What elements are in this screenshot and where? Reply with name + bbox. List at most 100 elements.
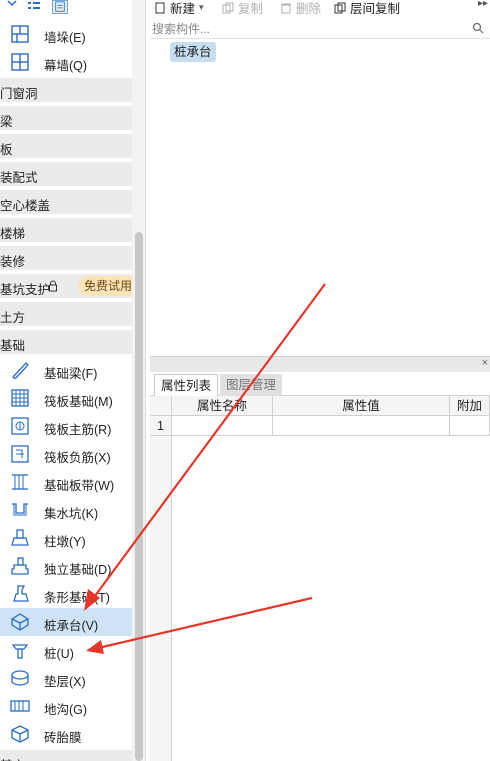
column-pier-icon — [11, 529, 29, 546]
tab-property-list[interactable]: 属性列表 — [154, 374, 219, 396]
chevron-down-icon[interactable]: ▾ — [199, 2, 204, 13]
copy-button[interactable]: 复制 — [222, 0, 263, 17]
panel-splitter[interactable]: × — [150, 356, 490, 372]
category-door-window[interactable]: 门窗洞 — [0, 78, 132, 102]
tree-item-label: 垫层(X) — [44, 675, 86, 689]
lock-icon — [49, 280, 57, 292]
trash-icon — [281, 3, 291, 13]
list-view-icon[interactable] — [26, 0, 42, 14]
component-item[interactable]: 桩承台 — [170, 42, 216, 62]
category-label: 土方 — [0, 311, 26, 325]
category-earthwork[interactable]: 土方 — [0, 302, 132, 326]
category-label: 其它 — [0, 755, 25, 761]
tree-item-foundation-beam[interactable]: 基础梁(F) — [0, 356, 132, 384]
tree-item-pile[interactable]: 桩(U) — [0, 636, 132, 664]
category-label: 基础 — [0, 339, 26, 353]
tree-item-cushion-layer[interactable]: 垫层(X) — [0, 664, 132, 692]
tree-item-brick-form[interactable]: 砖胎膜 — [0, 720, 132, 748]
tab-layer-management[interactable]: 图层管理 — [220, 374, 283, 396]
property-extra-cell[interactable] — [450, 416, 490, 436]
category-stairs[interactable]: 楼梯 — [0, 218, 132, 242]
property-value-cell[interactable] — [273, 416, 450, 436]
tree-item-foundation-strip[interactable]: 基础板带(W) — [0, 468, 132, 496]
tree-item-label: 幕墙(Q) — [44, 59, 88, 73]
tree-item-sump-pit[interactable]: 集水坑(K) — [0, 496, 132, 524]
copy-label: 复制 — [238, 2, 264, 16]
component-tree-panel: 墙垛(E) 幕墙(Q) 门窗洞 梁 板 装配式 空心楼盖 楼梯 装修 基坑支护 … — [0, 0, 146, 761]
tree-view-icon[interactable] — [52, 0, 68, 14]
tree-item-label: 基础梁(F) — [44, 367, 98, 381]
category-slab[interactable]: 板 — [0, 134, 132, 158]
raft-negative-rebar-icon — [11, 445, 29, 463]
tree-item-label: 条形基础(T) — [44, 591, 110, 605]
scrollbar-thumb[interactable] — [135, 232, 143, 761]
tree-item-strip-foundation[interactable]: 条形基础(T) — [0, 580, 132, 608]
floor-copy-button[interactable]: 层间复制 — [334, 0, 400, 17]
component-list-panel: 新建 ▾ 复制 删除 层间复制 ▸▸ 桩承台 — [150, 0, 490, 355]
tree-item-raft-negative-rebar[interactable]: 筏板负筋(X) — [0, 440, 132, 468]
tree-item-label: 砖胎膜 — [44, 731, 82, 745]
new-button[interactable]: 新建 ▾ — [154, 0, 204, 17]
pile-cap-icon — [11, 613, 29, 631]
isolated-foundation-icon — [11, 557, 29, 575]
foundation-strip-icon — [12, 474, 28, 490]
category-beam[interactable]: 梁 — [0, 106, 132, 130]
category-other[interactable]: 其它 — [0, 750, 132, 761]
tree-item-column-pier[interactable]: 柱墩(Y) — [0, 524, 132, 552]
category-label: 门窗洞 — [0, 87, 38, 101]
column-header-name[interactable]: 属性名称 — [172, 396, 273, 416]
tree-item-label: 基础板带(W) — [44, 479, 115, 493]
column-header-extra[interactable]: 附加 — [450, 396, 490, 416]
tree-item-label: 筏板负筋(X) — [44, 451, 111, 465]
tree-item-raft-foundation[interactable]: 筏板基础(M) — [0, 384, 132, 412]
property-tabs: 属性列表 图层管理 — [150, 372, 490, 396]
tree-item-label: 集水坑(K) — [44, 507, 99, 521]
category-pit-support[interactable]: 基坑支护 免费试用 — [0, 274, 139, 298]
new-label: 新建 — [170, 2, 196, 16]
copy-icon — [222, 2, 234, 13]
row-index: 1 — [150, 416, 172, 436]
tree-item-label: 筏板主筋(R) — [44, 423, 112, 437]
tree-item-raft-main-rebar[interactable]: 筏板主筋(R) — [0, 412, 132, 440]
tree-item-curtain-wall[interactable]: 幕墙(Q) — [0, 48, 132, 76]
category-label: 空心楼盖 — [0, 199, 51, 213]
expand-icon[interactable] — [4, 0, 20, 14]
brick-form-icon — [11, 725, 29, 743]
tree-item-label: 筏板基础(M) — [44, 395, 113, 409]
close-icon[interactable]: × — [482, 357, 488, 369]
new-file-icon — [155, 2, 165, 13]
raft-foundation-icon — [11, 389, 29, 407]
column-header-value[interactable]: 属性值 — [273, 396, 450, 416]
floor-copy-label: 层间复制 — [350, 2, 401, 16]
more-icon[interactable]: ▸▸ — [478, 0, 488, 9]
search-icon[interactable] — [472, 22, 484, 34]
property-name-cell[interactable] — [172, 416, 273, 436]
delete-button[interactable]: 删除 — [280, 0, 321, 17]
tree-item-label: 桩承台(V) — [44, 619, 99, 633]
tree-item-label: 柱墩(Y) — [44, 535, 86, 549]
tree-item-wall-pier[interactable]: 墙垛(E) — [0, 20, 132, 48]
delete-label: 删除 — [296, 2, 322, 16]
category-decoration[interactable]: 装修 — [0, 246, 132, 270]
free-trial-badge[interactable]: 免费试用 — [78, 276, 139, 296]
category-label: 装修 — [0, 255, 26, 269]
category-prefab[interactable]: 装配式 — [0, 162, 132, 186]
pile-icon — [11, 644, 29, 659]
category-label: 楼梯 — [0, 227, 26, 241]
property-panel: 属性列表 图层管理 属性名称 属性值 附加 1 — [150, 372, 490, 761]
tree-item-trench[interactable]: 地沟(G) — [0, 692, 132, 720]
category-foundation[interactable]: 基础 — [0, 330, 132, 354]
raft-main-rebar-icon — [11, 417, 29, 435]
category-label: 板 — [0, 143, 13, 157]
tree-scrollbar[interactable] — [132, 0, 145, 761]
tree-toolbar — [0, 0, 132, 16]
wall-pier-icon — [11, 25, 29, 43]
foundation-beam-icon — [12, 362, 29, 379]
category-label: 装配式 — [0, 171, 38, 185]
tree-item-isolated-foundation[interactable]: 独立基础(D) — [0, 552, 132, 580]
tree-item-pile-cap[interactable]: 桩承台(V) — [0, 608, 132, 636]
category-label: 梁 — [0, 115, 13, 129]
search-input[interactable] — [152, 20, 462, 38]
category-hollow-floor[interactable]: 空心楼盖 — [0, 190, 132, 214]
row-header-corner — [150, 396, 172, 416]
